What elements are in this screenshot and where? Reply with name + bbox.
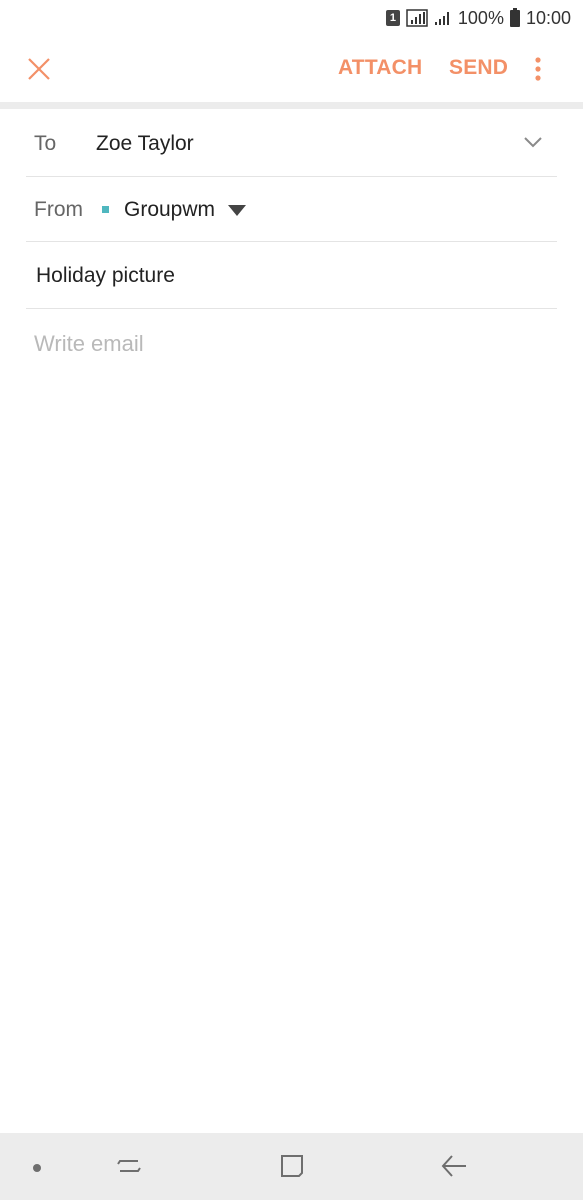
chevron-down-icon[interactable] [523, 135, 543, 149]
account-color-indicator [102, 206, 109, 213]
sim-icon: 1 [385, 10, 400, 26]
battery-percent: 100% [457, 7, 504, 28]
home-icon[interactable] [279, 1153, 305, 1179]
from-row[interactable]: From Groupwm [26, 177, 557, 242]
caret-down-icon[interactable] [228, 205, 246, 216]
to-label: To [34, 132, 57, 155]
recipient-chip[interactable]: Zoe Taylor [96, 132, 194, 156]
attach-button[interactable]: ATTACH [338, 56, 422, 80]
status-bar: 1 100% 10:00 [0, 0, 583, 36]
email-body-input[interactable]: Write email [34, 331, 144, 357]
subject-row[interactable]: Holiday picture [26, 242, 557, 309]
compose-screen: 1 100% 10:00 ATTACH SEND To Zoe Taylor F… [0, 0, 583, 1200]
from-account[interactable]: Groupwm [124, 198, 215, 222]
battery-icon [509, 7, 520, 27]
recents-icon[interactable] [116, 1153, 142, 1179]
back-icon[interactable] [441, 1153, 467, 1179]
close-icon [28, 58, 50, 80]
more-vert-icon [535, 57, 541, 81]
close-button[interactable] [22, 52, 56, 86]
send-button[interactable]: SEND [449, 56, 508, 80]
toolbar-divider [0, 102, 583, 109]
compose-toolbar: ATTACH SEND [0, 36, 583, 102]
more-options-button[interactable] [528, 56, 548, 84]
navigation-bar [0, 1133, 583, 1200]
sim-number: 1 [385, 10, 400, 26]
from-label: From [34, 198, 83, 221]
nav-dot-icon[interactable] [33, 1164, 41, 1172]
wifi-signal-icon [406, 9, 428, 27]
cell-signal-icon [434, 10, 452, 26]
to-row[interactable]: To Zoe Taylor [26, 111, 557, 177]
clock: 10:00 [525, 7, 571, 28]
subject-field[interactable]: Holiday picture [36, 264, 175, 288]
